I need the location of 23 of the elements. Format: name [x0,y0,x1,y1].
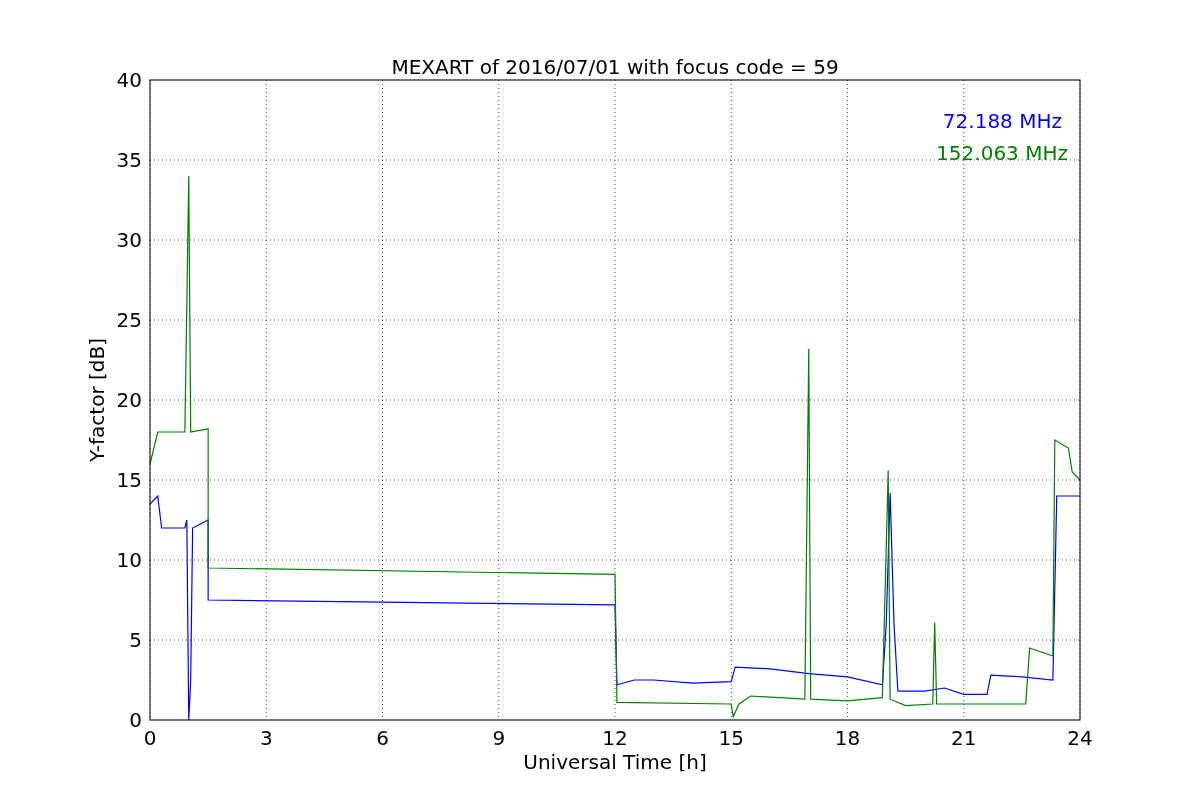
y-tick-label: 15 [116,468,142,492]
y-tick-label: 40 [116,68,142,92]
y-tick-label: 10 [116,548,142,572]
x-tick-label: 0 [143,726,157,750]
y-tick-label: 30 [116,228,142,252]
chart-title: MEXART of 2016/07/01 with focus code = 59 [391,55,839,79]
y-tick-label: 35 [116,148,142,172]
y-tick-label: 5 [129,628,142,652]
x-tick-label: 6 [376,726,389,750]
y-tick-label: 25 [116,308,142,332]
y-axis-label: Y-factor [dB] [85,338,109,462]
x-axis-label: Universal Time [h] [523,750,707,774]
x-tick-label: 12 [602,726,628,750]
legend-label: 72.188 MHz [942,109,1062,133]
y-tick-label: 20 [116,388,142,412]
x-tick-label: 9 [492,726,506,750]
x-tick-label: 3 [259,726,273,750]
x-tick-label: 21 [951,726,977,750]
y-tick-label: 0 [129,708,142,732]
x-tick-label: 18 [834,726,861,750]
x-tick-label: 24 [1067,726,1093,750]
x-tick-label: 15 [718,726,744,750]
legend-label: 152.063 MHz [936,141,1068,165]
